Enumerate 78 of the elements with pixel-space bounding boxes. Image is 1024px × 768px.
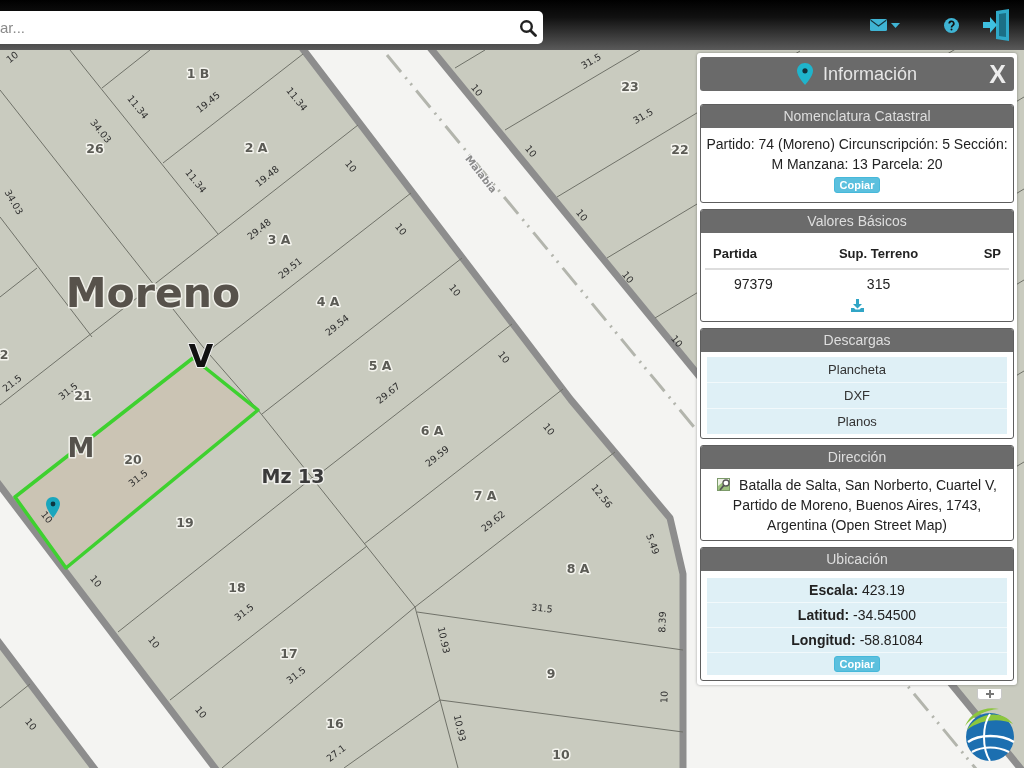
- parcel-number: 8 A: [566, 560, 590, 576]
- download-link[interactable]: Plancheta: [707, 357, 1007, 382]
- parcel-number: 17: [280, 645, 298, 661]
- column-header: Partida: [705, 236, 802, 269]
- lot-dimension: 10: [392, 220, 410, 238]
- parcel-number: 16: [326, 715, 344, 731]
- lot-dimension: 10: [495, 348, 513, 366]
- download-link[interactable]: Planos: [707, 408, 1007, 434]
- parcel-number: 2 A: [244, 139, 268, 155]
- search-icon[interactable]: [519, 19, 537, 37]
- card-header: Descargas: [701, 329, 1013, 352]
- lot-dimension: 10: [342, 157, 360, 175]
- lot-dimension: 10.93: [435, 625, 453, 655]
- card-header: Nomenclatura Catastral: [701, 105, 1013, 128]
- plus-icon: [985, 690, 994, 698]
- parcel-number: 10: [552, 746, 570, 762]
- download-link[interactable]: DXF: [707, 382, 1007, 408]
- lot-dimension: 10: [468, 81, 486, 99]
- lot-dimension: 31.5: [579, 50, 603, 72]
- search-field[interactable]: ar...: [0, 11, 543, 44]
- card-header: Valores Básicos: [701, 210, 1013, 233]
- lot-dimension: 10: [22, 715, 40, 733]
- globe-logo-icon: [963, 706, 1015, 762]
- lot-dimension: 10: [619, 268, 637, 286]
- lot-dimension: 10: [38, 508, 56, 526]
- location-value: Escala: 423.19: [707, 578, 1007, 602]
- address-text: Batalla de Salta, San Norberto, Cuartel V, Partido de Moreno, Buenos Aires, 1743, Argentina (Open Street Map): [732, 477, 997, 533]
- block-label: Mz 13: [261, 465, 325, 487]
- parcel-number: 20: [124, 451, 142, 467]
- card-header: Ubicación: [701, 548, 1013, 571]
- parcel-number: 5 A: [368, 357, 392, 373]
- lot-dimension: 10: [540, 420, 558, 438]
- lot-dimension: 10: [668, 332, 686, 350]
- caret-icon: [891, 22, 900, 28]
- parcel-number: 4 A: [316, 293, 340, 309]
- lot-dimension: 10.93: [451, 713, 469, 743]
- lot-dimension: 10: [658, 690, 670, 704]
- map-pin-icon: [796, 63, 813, 85]
- location-value: Latitud: -34.54500: [707, 602, 1007, 627]
- lot-dimension: 10: [3, 50, 21, 66]
- mail-menu-button[interactable]: [870, 19, 900, 31]
- parcel-number: 26: [86, 140, 104, 156]
- parcel-number: 9: [546, 665, 556, 681]
- envelope-icon: [870, 19, 887, 31]
- card-header: Dirección: [701, 446, 1013, 469]
- help-icon[interactable]: [944, 17, 959, 33]
- column-header: Sup. Terreno: [801, 236, 956, 269]
- parcel-number: 18: [228, 579, 246, 595]
- locality-name: Moreno: [65, 269, 241, 317]
- download-icon[interactable]: [850, 299, 864, 312]
- parcel-number: 2: [0, 346, 9, 362]
- parcel-number: 1 B: [186, 65, 210, 81]
- panel-title: Información: [822, 63, 917, 85]
- door-arrow-icon[interactable]: [982, 9, 1012, 41]
- parcel-number: 6 A: [420, 422, 444, 438]
- lot-dimension: 10: [192, 703, 210, 721]
- lot-dimension: 31.5: [530, 601, 554, 615]
- cadastral-text: Partido: 74 (Moreno) Circunscripción: 5 Sección: M Manzana: 13 Parcela: 20: [705, 135, 1009, 174]
- table-cell: 97379: [705, 269, 802, 296]
- table-cell: 315: [801, 269, 956, 296]
- lot-dimension: 10: [87, 572, 105, 590]
- parcel-number: 23: [621, 78, 639, 94]
- lot-dimension: 10: [573, 206, 591, 224]
- lot-dimension: 8.39: [656, 611, 668, 633]
- map-magnifier-icon: [717, 477, 733, 492]
- lot-dimension: 10: [446, 281, 464, 299]
- close-button[interactable]: X: [989, 60, 1006, 88]
- parcel-number: 19: [176, 514, 194, 530]
- lot-dimension: 10: [145, 633, 163, 651]
- parcel-boundary: [454, 50, 486, 69]
- parcel-number: 22: [671, 141, 689, 157]
- location-value: Longitud: -58.81084: [707, 627, 1007, 652]
- zoom-in-button[interactable]: [977, 689, 1002, 700]
- column-header: SP: [955, 236, 1009, 269]
- lot-dimension: 5.49: [644, 532, 662, 556]
- lot-dimension: 31.5: [631, 105, 655, 127]
- parcel-number: 7 A: [473, 487, 497, 503]
- lot-dimension: 10: [522, 142, 540, 160]
